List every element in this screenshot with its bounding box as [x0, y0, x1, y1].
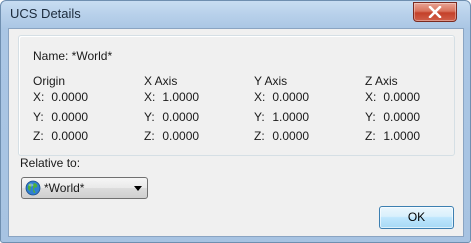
coordinate-row: X: 0.0000 — [254, 90, 310, 104]
ucs-name: Name: *World* — [33, 49, 113, 63]
chevron-down-icon — [134, 186, 142, 191]
close-button[interactable] — [413, 2, 457, 22]
coordinate-row: X: 0.0000 — [33, 90, 89, 104]
coordinate-row: Y: 1.0000 — [254, 110, 310, 124]
window-title: UCS Details — [10, 6, 81, 21]
coordinate-row: Z: 1.0000 — [365, 129, 421, 143]
close-icon — [428, 6, 442, 18]
coordinate-row: Y: 0.0000 — [365, 110, 421, 124]
relative-to-dropdown[interactable]: *World* — [21, 177, 148, 199]
dropdown-selected-value: *World* — [44, 181, 85, 195]
coordinate-row: X: 0.0000 — [365, 90, 421, 104]
ok-button[interactable]: OK — [379, 206, 454, 229]
coordinate-row: Y: 0.0000 — [144, 110, 200, 124]
column-header: Origin — [33, 74, 66, 88]
coordinate-row: Z: 0.0000 — [33, 129, 89, 143]
coordinate-row: Z: 0.0000 — [254, 129, 310, 143]
relative-to-label: Relative to: — [20, 156, 81, 170]
coordinate-row: Y: 0.0000 — [33, 110, 89, 124]
column-header: X Axis — [144, 74, 178, 88]
title-bar[interactable]: UCS Details — [1, 1, 470, 27]
coordinate-row: Z: 0.0000 — [144, 129, 200, 143]
coordinate-row: X: 1.0000 — [144, 90, 200, 104]
column-header: Z Axis — [365, 74, 398, 88]
dialog-client-area: Name: *World* Origin X: 0.0000 Y: 0.0000… — [8, 28, 464, 237]
ucs-info-group: Name: *World* Origin X: 0.0000 Y: 0.0000… — [18, 35, 455, 156]
globe-icon — [25, 180, 41, 196]
column-header: Y Axis — [254, 74, 288, 88]
ucs-details-dialog: UCS Details Name: *World* Origin X: 0.00… — [0, 0, 471, 243]
